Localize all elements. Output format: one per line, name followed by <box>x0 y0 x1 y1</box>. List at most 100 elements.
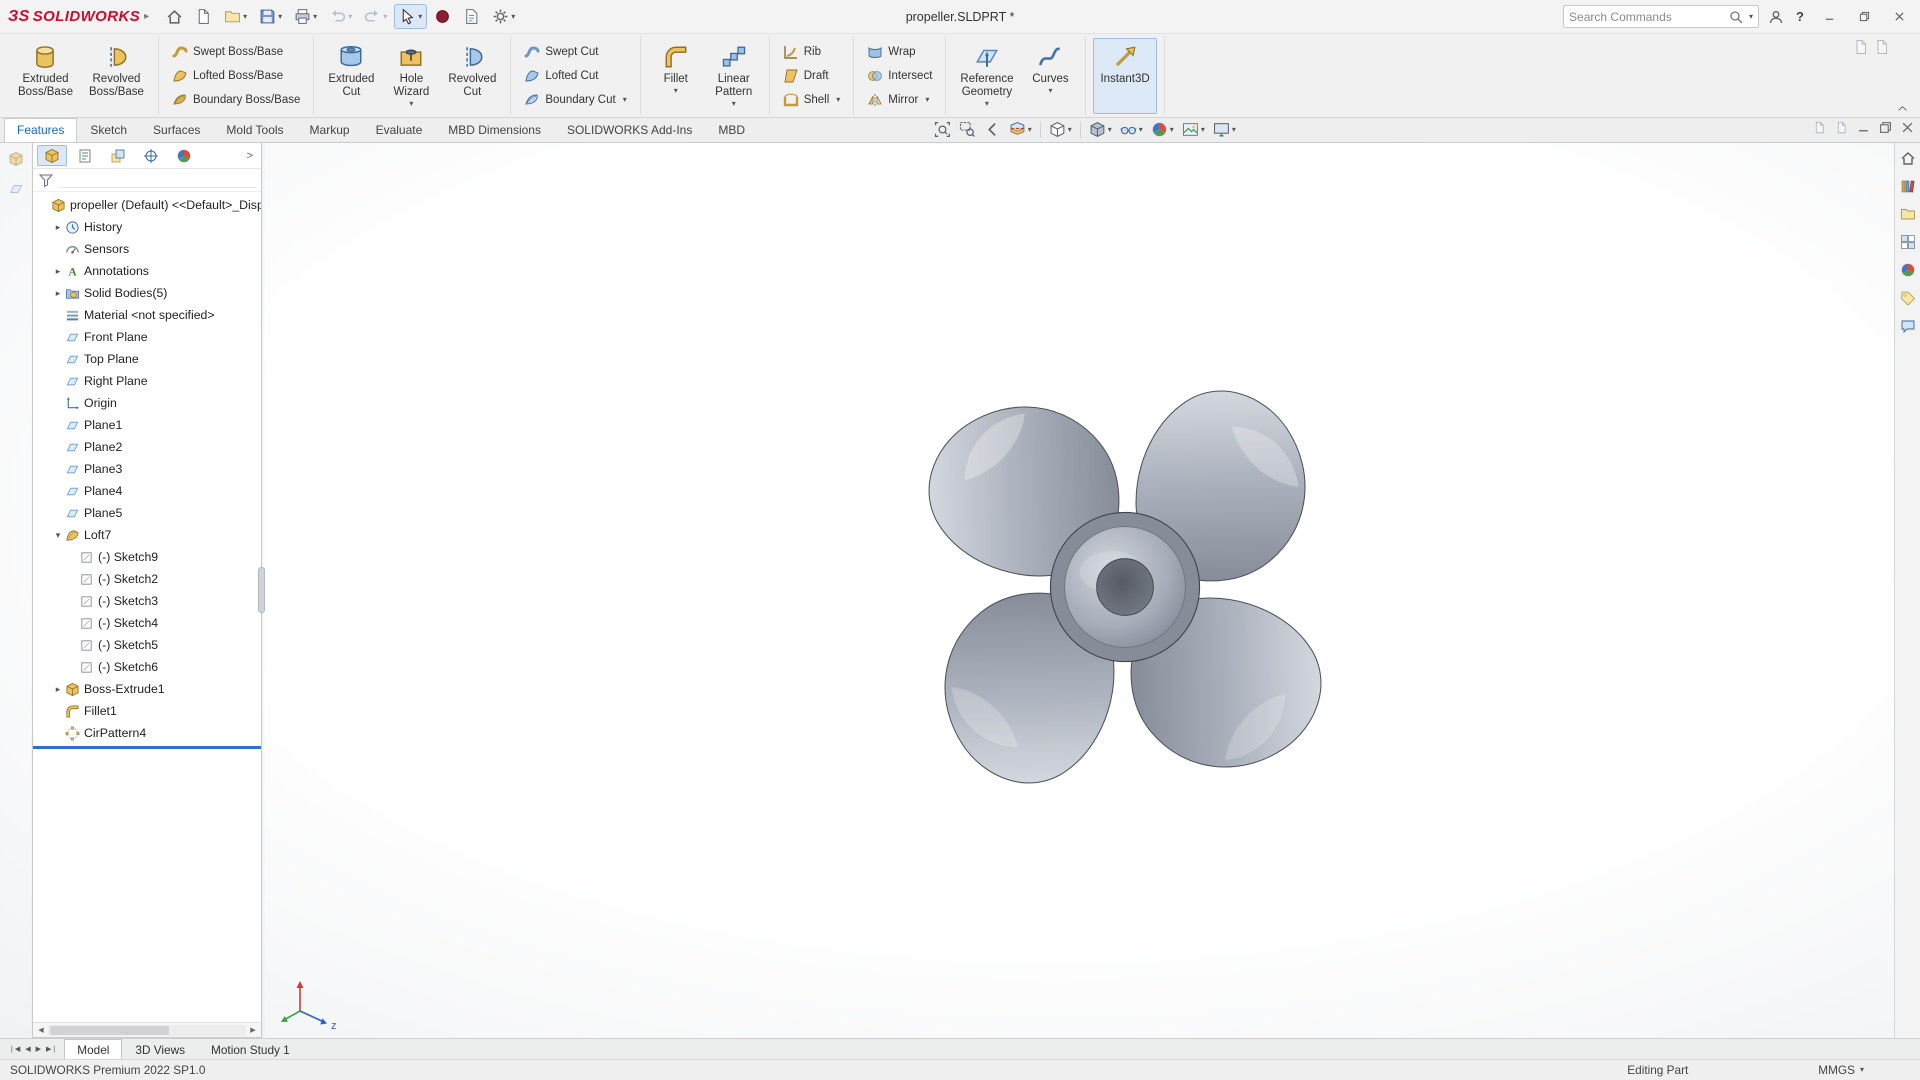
revolved-boss-base-button[interactable]: Revolved Boss/Base <box>82 38 151 114</box>
tree-item-propeller-default-default-displa[interactable]: propeller (Default) <<Default>_Displa <box>33 194 261 216</box>
design-library-tab[interactable] <box>1897 176 1919 196</box>
previous-view-button[interactable] <box>981 120 1004 139</box>
model-tab-motion-study-1[interactable]: Motion Study 1 <box>198 1039 303 1059</box>
tree-item-plane4[interactable]: Plane4 <box>33 480 261 502</box>
shell-button[interactable]: Shell ▾ <box>777 88 847 111</box>
zoom-to-fit-button[interactable] <box>931 120 954 139</box>
file-properties-button[interactable] <box>458 4 485 29</box>
tree-item-sketch6[interactable]: (-) Sketch6 <box>33 656 261 678</box>
search-icon[interactable] <box>1728 9 1744 25</box>
options-button[interactable]: ▾ <box>487 4 520 29</box>
expander-icon[interactable]: ▾ <box>51 530 65 541</box>
appearances-scenes-tab[interactable] <box>1897 260 1919 280</box>
lofted-cut-button[interactable]: Lofted Cut <box>518 64 632 87</box>
expander-icon[interactable]: ▸ <box>51 288 65 299</box>
doc-close-button[interactable] <box>1901 121 1914 134</box>
intersect-button[interactable]: Intersect <box>861 64 938 87</box>
tab-mold-tools[interactable]: Mold Tools <box>213 118 296 142</box>
model-tab-model[interactable]: Model <box>64 1039 123 1059</box>
tree-item-sketch2[interactable]: (-) Sketch2 <box>33 568 261 590</box>
swept-cut-button[interactable]: Swept Cut <box>518 40 632 63</box>
custom-properties-tab[interactable] <box>1897 288 1919 308</box>
tree-item-fillet1[interactable]: Fillet1 <box>33 700 261 722</box>
mirror-button[interactable]: Mirror ▾ <box>861 88 938 111</box>
wrap-button[interactable]: Wrap <box>861 40 938 63</box>
tree-item-annotations[interactable]: ▸ A Annotations <box>33 260 261 282</box>
tree-item-loft7[interactable]: ▾ Loft7 <box>33 524 261 546</box>
tree-item-sketch3[interactable]: (-) Sketch3 <box>33 590 261 612</box>
extruded-boss-base-button[interactable]: Extruded Boss/Base <box>11 38 80 114</box>
solidworks-forum-tab[interactable] <box>1897 316 1919 336</box>
tree-item-plane2[interactable]: Plane2 <box>33 436 261 458</box>
configurationmanager-tab[interactable] <box>103 145 133 166</box>
tree-item-right-plane[interactable]: Right Plane <box>33 370 261 392</box>
tree-item-front-plane[interactable]: Front Plane <box>33 326 261 348</box>
tree-item-sensors[interactable]: Sensors <box>33 238 261 260</box>
solidworks-resources-tab[interactable] <box>1897 148 1919 168</box>
fillet-button[interactable]: Fillet ▾ <box>648 38 704 114</box>
rib-button[interactable]: Rib <box>777 40 847 63</box>
displaymanager-tab[interactable] <box>169 145 199 166</box>
revolved-cut-button[interactable]: Revolved Cut <box>441 38 503 114</box>
tab-sketch[interactable]: Sketch <box>77 118 140 142</box>
select-button[interactable]: ▾ <box>394 4 428 29</box>
ribbon-collapse-button[interactable] <box>1894 102 1910 114</box>
tree-item-boss-extrude1[interactable]: ▸ Boss-Extrude1 <box>33 678 261 700</box>
open-button[interactable]: ▾ <box>219 4 252 29</box>
tab-surfaces[interactable]: Surfaces <box>140 118 213 142</box>
user-account-icon[interactable] <box>1768 9 1784 25</box>
tree-item-plane5[interactable]: Plane5 <box>33 502 261 524</box>
tree-item-material-not-specified[interactable]: Material <not specified> <box>33 304 261 326</box>
tree-horizontal-scrollbar[interactable]: ◀ ▶ <box>33 1022 261 1037</box>
model-tab-3d-views[interactable]: 3D Views <box>122 1039 198 1059</box>
rebuild-button[interactable] <box>429 4 456 29</box>
close-button[interactable] <box>1886 6 1912 28</box>
file-explorer-tab[interactable] <box>1897 204 1919 224</box>
menu-expand-arrow[interactable]: ▸ <box>144 11 149 22</box>
graphics-viewport[interactable]: z <box>0 143 1920 1038</box>
tab-markup[interactable]: Markup <box>297 118 363 142</box>
tree-item-origin[interactable]: Origin <box>33 392 261 414</box>
flyout-display-icon[interactable] <box>8 181 24 197</box>
tree-item-top-plane[interactable]: Top Plane <box>33 348 261 370</box>
tree-item-history[interactable]: ▸ History <box>33 216 261 238</box>
minimize-button[interactable] <box>1816 6 1842 28</box>
first-tab-icon[interactable]: ❘◀ <box>8 1044 21 1054</box>
prev-tab-icon[interactable]: ◀ <box>24 1044 31 1054</box>
section-view-button[interactable]: ▾ <box>1006 120 1035 139</box>
tab-mbd-dimensions[interactable]: MBD Dimensions <box>435 118 554 142</box>
tab-solidworks-add-ins[interactable]: SOLIDWORKS Add-Ins <box>554 118 705 142</box>
redo-button[interactable]: ▾ <box>359 4 392 29</box>
edit-appearance-button[interactable]: ▾ <box>1148 120 1177 139</box>
next-tab-icon[interactable]: ▶ <box>35 1044 42 1054</box>
propertymanager-tab[interactable] <box>70 145 100 166</box>
tab-evaluate[interactable]: Evaluate <box>363 118 436 142</box>
dimxpertmanager-tab[interactable] <box>136 145 166 166</box>
doc-restore-button[interactable] <box>1879 121 1892 134</box>
print-button[interactable]: ▾ <box>289 4 322 29</box>
expander-icon[interactable]: ▸ <box>51 222 65 233</box>
swept-boss-base-button[interactable]: Swept Boss/Base <box>166 40 306 63</box>
last-tab-icon[interactable]: ▶❘ <box>45 1044 58 1054</box>
tab-mbd[interactable]: MBD <box>705 118 758 142</box>
tree-item-plane1[interactable]: Plane1 <box>33 414 261 436</box>
tab-features[interactable]: Features <box>4 118 78 142</box>
instant3d-button[interactable]: Instant3D <box>1093 37 1157 114</box>
display-style-button[interactable]: ▾ <box>1086 120 1115 139</box>
boundary-cut-button[interactable]: Boundary Cut ▾ <box>518 88 632 111</box>
scroll-right-icon[interactable]: ▶ <box>246 1026 260 1034</box>
reference-geometry-button[interactable]: Reference Geometry ▾ <box>953 38 1020 114</box>
search-dropdown-arrow[interactable]: ▾ <box>1749 12 1753 21</box>
panel-tabs-overflow[interactable]: > <box>243 150 257 162</box>
hole-wizard-button[interactable]: Hole Wizard ▾ <box>383 38 439 114</box>
scroll-left-icon[interactable]: ◀ <box>34 1026 48 1034</box>
tree-item-sketch9[interactable]: (-) Sketch9 <box>33 546 261 568</box>
lofted-boss-base-button[interactable]: Lofted Boss/Base <box>166 64 306 87</box>
view-orientation-button[interactable]: ▾ <box>1046 120 1075 139</box>
tree-item-solid-bodies-5[interactable]: ▸ Solid Bodies(5) <box>33 282 261 304</box>
help-icon[interactable]: ? <box>1793 9 1807 24</box>
boundary-boss-base-button[interactable]: Boundary Boss/Base <box>166 88 306 111</box>
curves-button[interactable]: Curves ▾ <box>1022 38 1078 114</box>
view-settings-button[interactable]: ▾ <box>1210 120 1239 139</box>
panel-splitter-handle[interactable] <box>258 567 265 613</box>
